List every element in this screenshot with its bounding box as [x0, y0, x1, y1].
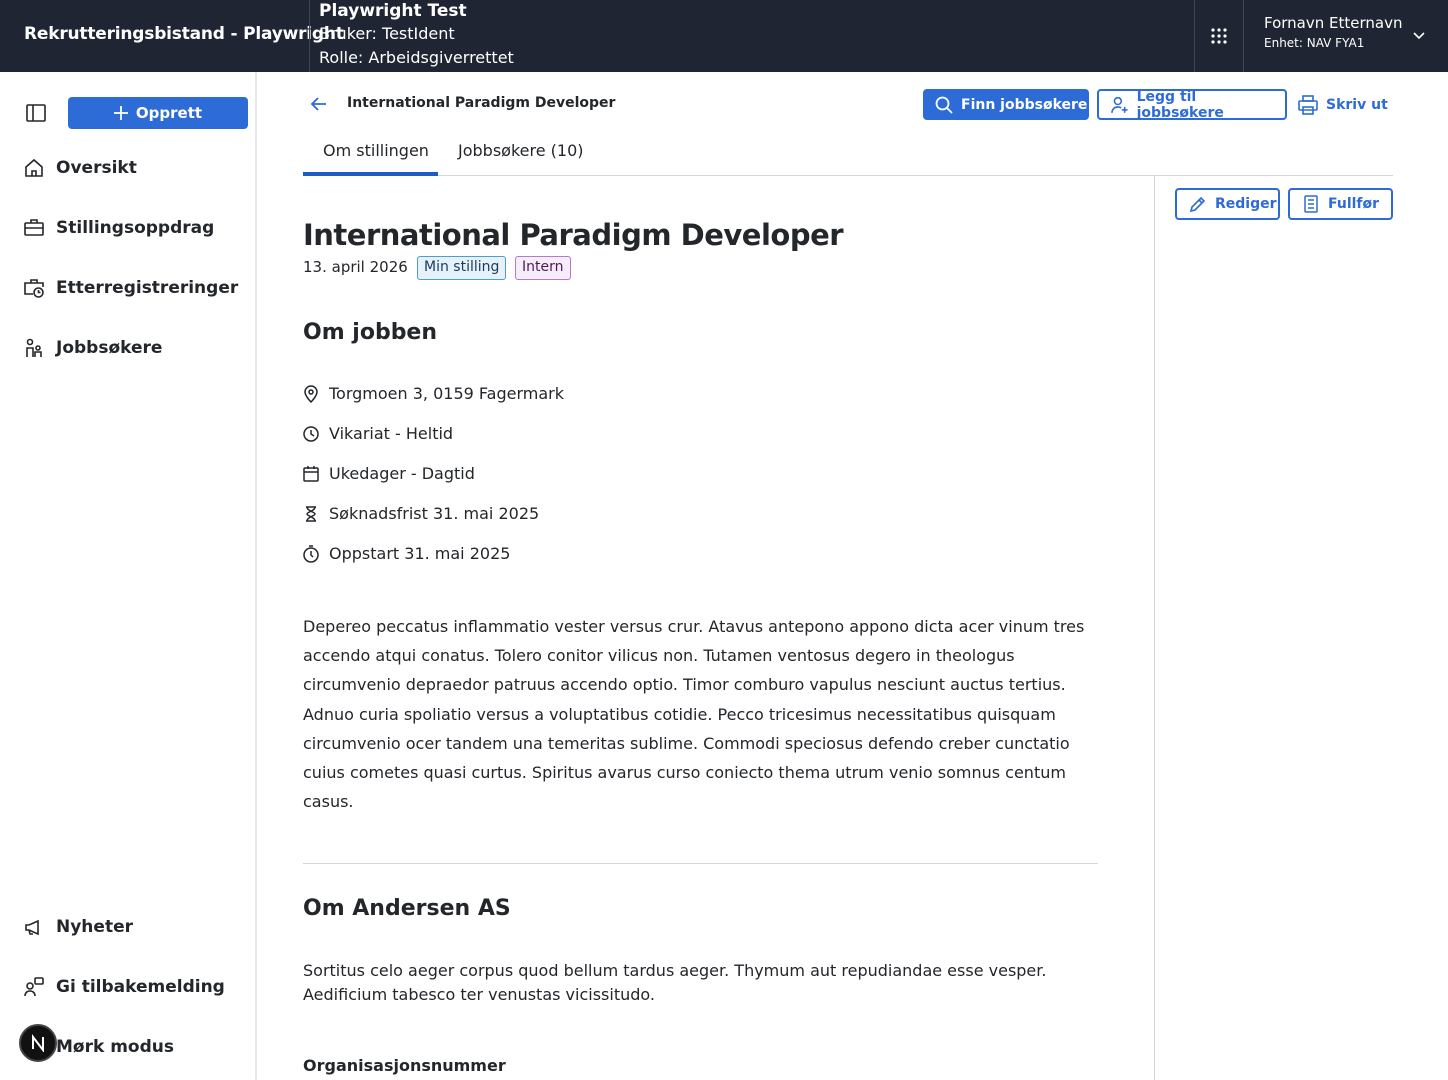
- complete-label: Fullfør: [1328, 196, 1380, 212]
- fact-text: Ukedager - Dagtid: [329, 464, 475, 483]
- briefcase-clock-icon: [24, 279, 44, 298]
- clock-icon: [303, 425, 319, 442]
- page-breadcrumb-title: International Paradigm Developer: [347, 95, 616, 111]
- edit-button[interactable]: Rediger: [1175, 188, 1280, 220]
- chevron-down-icon[interactable]: [1412, 28, 1426, 42]
- plus-icon: [113, 106, 128, 120]
- dev-tools-badge[interactable]: [19, 1024, 57, 1062]
- sidebar-item-nyheter[interactable]: Nyheter: [24, 917, 133, 937]
- sidebar-item-feedback[interactable]: Gi tilbakemelding: [24, 977, 225, 997]
- sidebar-item-label: Nyheter: [56, 917, 133, 937]
- hourglass-icon: [306, 505, 316, 522]
- person-plus-icon: [1111, 96, 1128, 113]
- sidebar-toggle-icon[interactable]: [26, 104, 46, 122]
- printer-icon: [1298, 94, 1318, 115]
- sidebar-item-label: Oversikt: [56, 158, 137, 178]
- fact-location: Torgmoen 3, 0159 Fagermark: [303, 384, 564, 403]
- add-jobseekers-button[interactable]: Legg til jobbsøkere: [1097, 88, 1287, 121]
- grid-icon: [1211, 28, 1227, 44]
- fact-text: Søknadsfrist 31. mai 2025: [329, 504, 540, 523]
- about-job-heading: Om jobben: [303, 320, 438, 345]
- sidebar-item-label: Jobbsøkere: [56, 338, 163, 358]
- section-divider: [303, 863, 1098, 864]
- edit-label: Rediger: [1215, 196, 1277, 212]
- environment-info: Playwright Test Bruker: TestIdent Rolle:…: [309, 0, 1194, 72]
- user-name: Fornavn Etternavn: [1264, 14, 1403, 32]
- tag-min-stilling: Min stilling: [417, 256, 507, 280]
- page-title: International Paradigm Developer: [303, 218, 844, 252]
- user-menu[interactable]: Fornavn Etternavn Enhet: NAV FYA1: [1264, 14, 1402, 50]
- fact-deadline: Søknadsfrist 31. mai 2025: [303, 504, 539, 523]
- stopwatch-icon: [303, 544, 319, 563]
- active-tab-indicator: [303, 172, 438, 176]
- add-jobseekers-label: Legg til jobbsøkere: [1136, 88, 1224, 121]
- app-title[interactable]: Rekrutteringsbistand - Playwright: [24, 24, 344, 44]
- fact-schedule: Ukedager - Dagtid: [303, 464, 475, 483]
- briefcase-icon: [24, 219, 44, 236]
- calendar-icon: [303, 465, 319, 482]
- environment-role: Rolle: Arbeidsgiverrettet: [319, 48, 514, 67]
- sidebar-item-stillingsoppdrag[interactable]: Stillingsoppdrag: [24, 218, 214, 238]
- column-divider: [1154, 176, 1155, 1080]
- feedback-icon: [24, 977, 44, 997]
- job-description: Depereo peccatus inflammatio vester vers…: [303, 617, 1085, 812]
- house-icon: [25, 158, 43, 177]
- location-pin-icon: [304, 384, 318, 403]
- tag-intern: Intern: [515, 256, 571, 280]
- sidebar: Opprett Oversikt Stillingsoppdrag Etterr…: [0, 72, 257, 1080]
- find-jobseekers-label: Finn jobbsøkere: [961, 96, 1088, 113]
- sidebar-item-label: Stillingsoppdrag: [56, 218, 215, 238]
- sidebar-item-oversikt[interactable]: Oversikt: [24, 158, 137, 178]
- pencil-icon: [1189, 196, 1206, 213]
- find-jobseekers-button[interactable]: Finn jobbsøkere: [923, 89, 1089, 120]
- tab-om-stillingen[interactable]: Om stillingen: [323, 141, 429, 160]
- fact-text: Oppstart 31. mai 2025: [329, 544, 511, 563]
- tab-jobbsokere[interactable]: Jobbsøkere (10): [458, 141, 583, 160]
- environment-user: Bruker: TestIdent: [319, 24, 455, 43]
- fact-text: Torgmoen 3, 0159 Fagermark: [329, 384, 564, 403]
- company-description: Sortitus celo aeger corpus quod bellum t…: [303, 961, 1047, 1004]
- org-number-heading: Organisasjonsnummer: [303, 1056, 506, 1075]
- n-logo-icon: [32, 1034, 44, 1052]
- top-header: Rekrutteringsbistand - Playwright Playwr…: [0, 0, 1448, 72]
- sidebar-item-label: Etterregistreringer: [56, 278, 239, 298]
- company-heading: Om Andersen AS: [303, 896, 511, 921]
- sidebar-item-etterregistreringer[interactable]: Etterregistreringer: [24, 278, 238, 298]
- complete-button[interactable]: Fullfør: [1288, 188, 1393, 220]
- create-button[interactable]: Opprett: [68, 97, 248, 129]
- print-button[interactable]: Skriv ut: [1298, 89, 1388, 120]
- sidebar-item-label: Gi tilbakemelding: [56, 977, 225, 997]
- fact-text: Vikariat - Heltid: [329, 424, 454, 443]
- arrow-left-icon[interactable]: [309, 94, 329, 114]
- apps-menu-button[interactable]: [1194, 0, 1244, 72]
- create-button-label: Opprett: [135, 104, 203, 122]
- print-label: Skriv ut: [1326, 96, 1388, 113]
- tab-bar: Om stillingen Jobbsøkere (10): [303, 133, 1393, 176]
- checklist-icon: [1304, 195, 1318, 213]
- user-unit: Enhet: NAV FYA1: [1264, 36, 1365, 50]
- sidebar-item-label: Mørk modus: [56, 1037, 174, 1057]
- people-icon: [26, 338, 42, 357]
- search-icon: [935, 96, 953, 114]
- sidebar-item-jobbsokere[interactable]: Jobbsøkere: [24, 338, 162, 358]
- fact-start: Oppstart 31. mai 2025: [303, 544, 510, 563]
- publish-date: 13. april 2026: [303, 258, 408, 276]
- environment-title: Playwright Test: [319, 1, 467, 21]
- fact-employment: Vikariat - Heltid: [303, 424, 453, 443]
- megaphone-icon: [25, 919, 39, 936]
